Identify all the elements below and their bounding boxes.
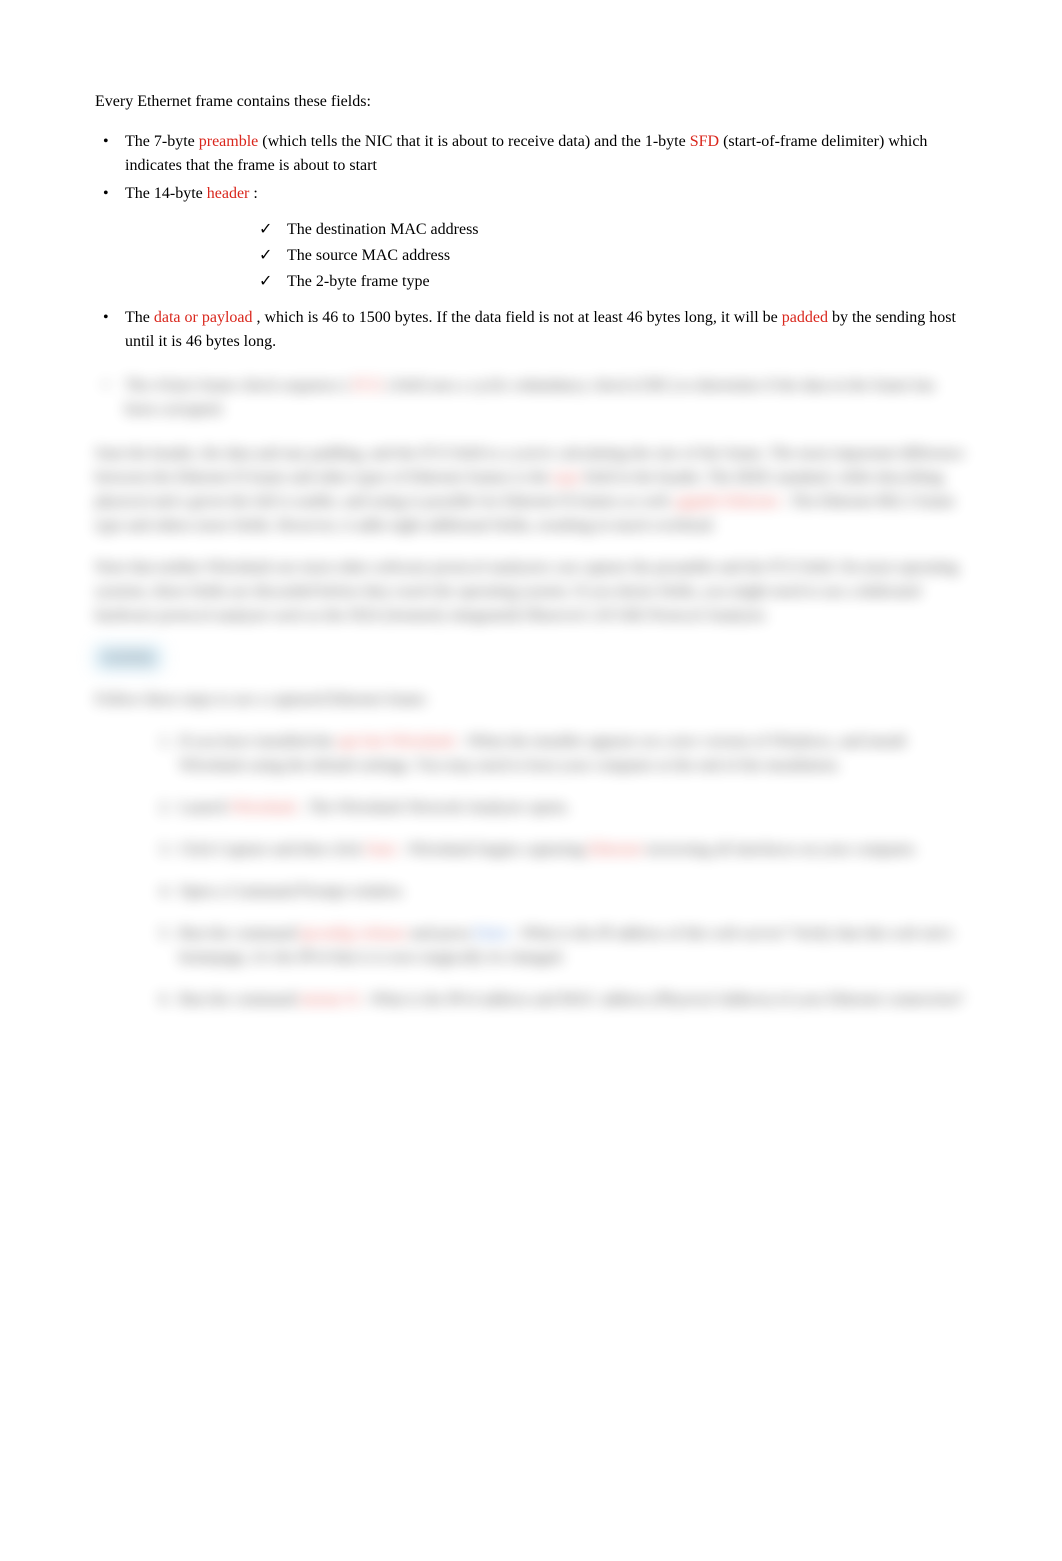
list-item-header: The 14-byte header : The destination MAC… <box>95 182 967 294</box>
activity-label: Activity <box>95 646 161 670</box>
text: . The Wireshark Network Analyzer opens. <box>301 799 570 816</box>
term: apt-fast Wireshark <box>338 733 456 750</box>
text: Click Capture and then click <box>179 841 366 858</box>
step-cmd: Open a Command Prompt window. <box>175 880 967 904</box>
activity-heading: Activity <box>95 646 967 670</box>
activity-steps: If you have installed the apt-fast Wires… <box>95 730 967 1012</box>
sublist-item: The 2-byte frame type <box>255 270 967 294</box>
text: (which tells the NIC that it is about to… <box>262 133 689 150</box>
activity-intro: Follow these steps to see a captured Eth… <box>95 688 967 712</box>
term: Wireshark <box>231 799 297 816</box>
text: . What is the IPv4 address and MAC addre… <box>363 991 964 1008</box>
term-fcs: FCS <box>353 377 381 394</box>
text: Run the command <box>179 925 300 942</box>
term-padded: padded <box>782 309 828 326</box>
text: The 14-byte <box>125 185 207 202</box>
blurred-content: The 4-byte frame check sequence ( FCS ) … <box>95 374 967 1012</box>
term-payload: data or payload <box>154 309 253 326</box>
text: Launch <box>179 799 231 816</box>
text: : <box>253 185 257 202</box>
term-gigabit: gigabit Ethernet <box>676 493 779 510</box>
text: The <box>125 309 154 326</box>
term: Ethernet <box>588 841 642 858</box>
text: and press <box>410 925 474 942</box>
text: If you have installed the <box>179 733 338 750</box>
paragraph-wireshark-note: Note that neither Wireshark nor most oth… <box>95 556 967 628</box>
sublist-item: The source MAC address <box>255 244 967 268</box>
text: . Wireshark begins capturing <box>400 841 588 858</box>
text: traversing all interfaces on your comput… <box>646 841 917 858</box>
header-sublist: The destination MAC address The source M… <box>125 218 967 294</box>
step-install: If you have installed the apt-fast Wires… <box>175 730 967 778</box>
term: netstat /b <box>300 991 358 1008</box>
term: Enter <box>474 925 509 942</box>
step-launch: Launch Wireshark . The Wireshark Network… <box>175 796 967 820</box>
term: Start <box>366 841 396 858</box>
term-header: header <box>207 185 250 202</box>
list-item-payload: The data or payload , which is 46 to 150… <box>95 306 967 354</box>
term: ipconfig /release <box>300 925 406 942</box>
ethernet-fields-list: The 7-byte preamble (which tells the NIC… <box>95 130 967 354</box>
sublist-item: The destination MAC address <box>255 218 967 242</box>
text: The 7-byte <box>125 133 199 150</box>
step-netstat: Run the command netstat /b . What is the… <box>175 988 967 1012</box>
term-preamble: preamble <box>199 133 259 150</box>
intro-text: Every Ethernet frame contains these fiel… <box>95 90 967 114</box>
text: , which is 46 to 1500 bytes. If the data… <box>257 309 782 326</box>
list-item-preamble: The 7-byte preamble (which tells the NIC… <box>95 130 967 178</box>
term-sfd: SFD <box>690 133 719 150</box>
blurred-list: The 4-byte frame check sequence ( FCS ) … <box>95 374 967 422</box>
text: Run the command <box>179 991 300 1008</box>
paragraph-frame-size: Sum the header, the data and any padding… <box>95 442 967 538</box>
list-item-fcs: The 4-byte frame check sequence ( FCS ) … <box>95 374 967 422</box>
step-capture: Click Capture and then click Start . Wir… <box>175 838 967 862</box>
step-ipconfig: Run the command ipconfig /release and pr… <box>175 922 967 970</box>
text: The 4-byte frame check sequence ( <box>125 377 353 394</box>
term-type: type <box>553 469 581 486</box>
